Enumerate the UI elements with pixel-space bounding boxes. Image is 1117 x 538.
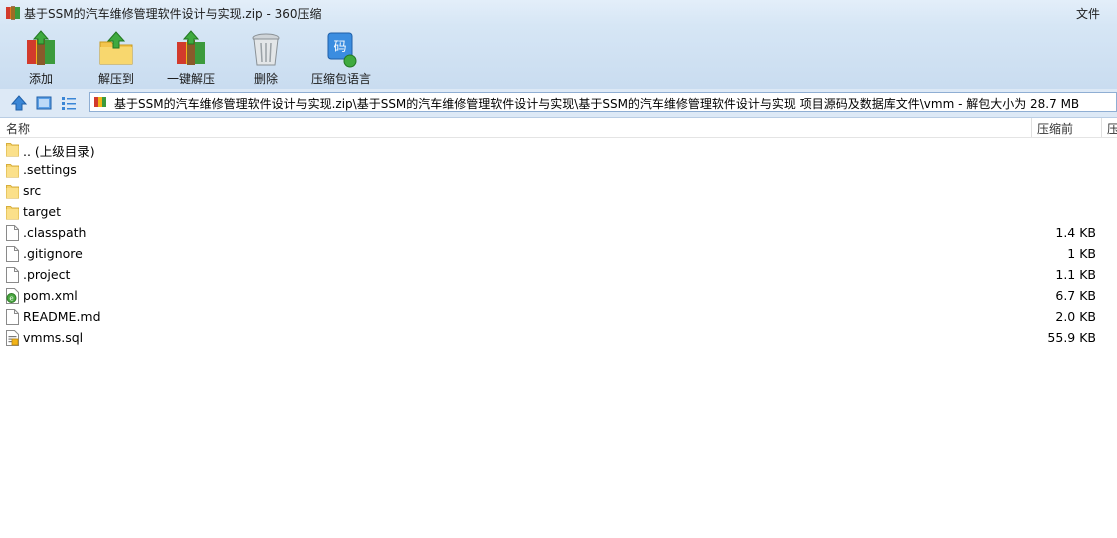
column-header: 名称 压缩前 压 (0, 118, 1117, 138)
file-size: 1 KB (1067, 246, 1096, 261)
archive-language-button[interactable]: 码 压缩包语言 (306, 26, 376, 89)
file-icon (6, 309, 19, 325)
file-list: .. (上级目录) .settings src target .classpath 1.4… (0, 138, 1117, 348)
column-divider[interactable] (1101, 118, 1102, 137)
file-row[interactable]: e pom.xml 6.7 KB (0, 285, 1117, 306)
file-icon (6, 246, 19, 262)
file-size: 6.7 KB (1055, 288, 1096, 303)
file-name: target (23, 204, 62, 219)
trash-icon (252, 33, 280, 66)
file-name: .classpath (23, 225, 87, 240)
file-row[interactable]: .. (上级目录) (0, 138, 1117, 159)
column-name[interactable]: 名称 (6, 120, 30, 137)
file-row[interactable]: README.md 2.0 KB (0, 306, 1117, 327)
file-row[interactable]: target (0, 201, 1117, 222)
folder-icon (6, 162, 19, 178)
up-level-icon[interactable] (10, 94, 28, 112)
column-size[interactable]: 压缩前 (1037, 120, 1073, 137)
file-icon (6, 267, 19, 283)
file-row[interactable]: .classpath 1.4 KB (0, 222, 1117, 243)
list-view-icon[interactable] (60, 94, 78, 112)
archive-language-label: 压缩包语言 (310, 72, 371, 86)
thumbnail-view-icon[interactable] (35, 94, 53, 112)
path-text: 基于SSM的汽车维修管理软件设计与实现.zip\基于SSM的汽车维修管理软件设计… (114, 97, 1080, 111)
folder-icon (6, 204, 19, 220)
file-menu[interactable]: 文件 (1076, 5, 1100, 22)
file-size: 2.0 KB (1055, 309, 1096, 324)
add-icon (27, 30, 55, 65)
title-bar: 基于SSM的汽车维修管理软件设计与实现.zip - 360压缩 文件 (0, 0, 1117, 26)
column-packed-size[interactable]: 压 (1107, 120, 1117, 137)
window-title: 基于SSM的汽车维修管理软件设计与实现.zip - 360压缩 (24, 7, 322, 21)
file-row[interactable]: .gitignore 1 KB (0, 243, 1117, 264)
file-size: 1.1 KB (1055, 267, 1096, 282)
archive-path-icon (94, 97, 106, 107)
column-divider[interactable] (1031, 118, 1032, 137)
svg-text:e: e (9, 295, 13, 303)
address-bar: 基于SSM的汽车维修管理软件设计与实现.zip\基于SSM的汽车维修管理软件设计… (0, 89, 1117, 118)
file-row[interactable]: vmms.sql 55.9 KB (0, 327, 1117, 348)
path-field[interactable]: 基于SSM的汽车维修管理软件设计与实现.zip\基于SSM的汽车维修管理软件设计… (89, 92, 1117, 112)
file-icon (6, 225, 19, 241)
file-name: .project (23, 267, 71, 282)
file-name: src (23, 183, 42, 198)
xml-file-icon: e (6, 288, 19, 304)
sql-file-icon (6, 330, 19, 346)
file-name: .. (上级目录) (23, 144, 95, 159)
file-name: vmms.sql (23, 330, 84, 345)
file-size: 1.4 KB (1055, 225, 1096, 240)
language-code-icon: 码 (327, 32, 357, 68)
one-click-extract-icon (177, 30, 205, 65)
file-row[interactable]: src (0, 180, 1117, 201)
file-row[interactable]: .settings (0, 159, 1117, 180)
app-archive-icon (6, 6, 20, 20)
file-name: pom.xml (23, 288, 78, 303)
folder-icon (6, 183, 19, 199)
file-row[interactable]: .project 1.1 KB (0, 264, 1117, 285)
file-name: .gitignore (23, 246, 83, 261)
svg-text:码: 码 (333, 40, 346, 55)
extract-folder-icon (99, 31, 133, 65)
folder-icon (6, 141, 19, 157)
file-name: README.md (23, 309, 101, 324)
toolbar: 添加 解压到 一键解压 删除 码 压缩包语言 (0, 26, 1117, 89)
file-size: 55.9 KB (1047, 330, 1096, 345)
file-name: .settings (23, 162, 77, 177)
